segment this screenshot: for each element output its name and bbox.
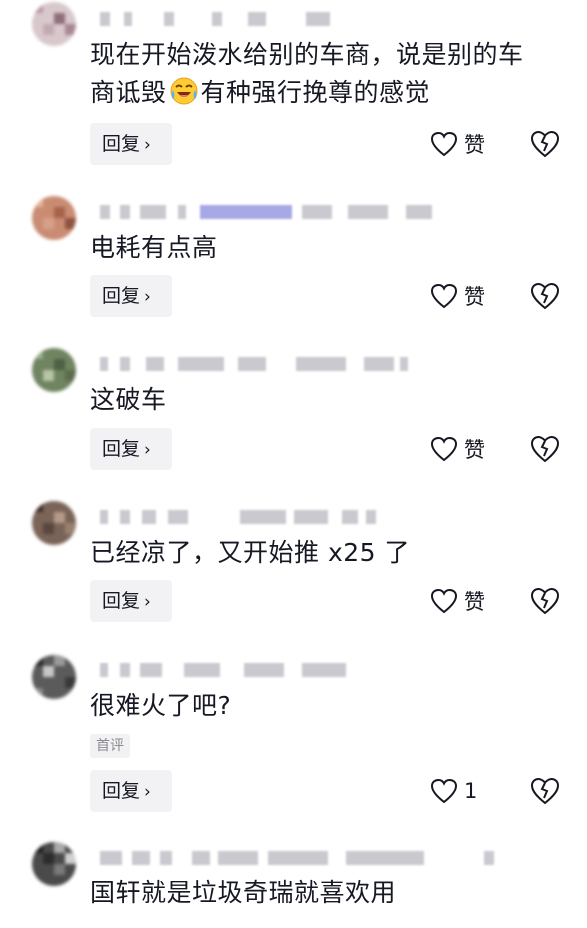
avatar[interactable]: [32, 196, 76, 240]
username-blurred[interactable]: [96, 8, 476, 30]
heart-outline-icon: [430, 131, 458, 157]
reply-button[interactable]: 回复 ›: [90, 428, 172, 470]
reply-button[interactable]: 回复 ›: [90, 275, 172, 317]
like-button[interactable]: 1: [430, 770, 477, 812]
avatar[interactable]: [32, 501, 76, 545]
chevron-right-icon: ›: [144, 592, 151, 612]
comment-text: 现在开始泼水给别的车商，说是别的车 商诋毁 有种强行挽尊的感觉: [90, 40, 524, 107]
broken-heart-icon: [530, 130, 560, 158]
broken-heart-icon: [530, 435, 560, 463]
username-blurred[interactable]: [96, 201, 476, 223]
broken-heart-icon: [530, 587, 560, 615]
username-blurred[interactable]: [96, 847, 494, 869]
avatar[interactable]: [32, 842, 76, 886]
like-count: 1: [464, 779, 478, 803]
dislike-button[interactable]: [530, 428, 560, 470]
first-comment-badge: 首评: [90, 734, 130, 758]
like-button[interactable]: 赞: [430, 123, 485, 165]
reply-button[interactable]: 回复 ›: [90, 580, 172, 622]
comment-text: 国轩就是垃圾奇瑞就喜欢用: [90, 878, 397, 907]
like-button[interactable]: 赞: [430, 275, 485, 317]
avatar[interactable]: [32, 2, 76, 46]
chevron-right-icon: ›: [144, 782, 151, 802]
comment-text: 很难火了吧?: [90, 691, 232, 720]
broken-heart-icon: [530, 777, 560, 805]
heart-outline-icon: [430, 778, 458, 804]
username-blurred[interactable]: [96, 659, 476, 681]
reply-button[interactable]: 回复 ›: [90, 770, 172, 812]
dislike-button[interactable]: [530, 123, 560, 165]
heart-outline-icon: [430, 588, 458, 614]
like-button[interactable]: 赞: [430, 580, 485, 622]
username-blurred[interactable]: [96, 353, 476, 375]
like-button[interactable]: 赞: [430, 428, 485, 470]
dislike-button[interactable]: [530, 275, 560, 317]
heart-outline-icon: [430, 436, 458, 462]
reply-button[interactable]: 回复 ›: [90, 123, 172, 165]
heart-outline-icon: [430, 283, 458, 309]
chevron-right-icon: ›: [144, 287, 151, 307]
comment-text: 已经凉了，又开始推 x25 了: [90, 538, 411, 567]
chevron-right-icon: ›: [144, 440, 151, 460]
dislike-button[interactable]: [530, 770, 560, 812]
comment-text: 这破车: [90, 385, 167, 414]
dislike-button[interactable]: [530, 580, 560, 622]
chevron-right-icon: ›: [144, 135, 151, 155]
laughing-crying-emoji-icon: [169, 76, 199, 106]
broken-heart-icon: [530, 282, 560, 310]
avatar[interactable]: [32, 655, 76, 699]
comment-text: 电耗有点高: [90, 233, 218, 262]
avatar[interactable]: [32, 348, 76, 392]
username-blurred[interactable]: [96, 506, 476, 528]
